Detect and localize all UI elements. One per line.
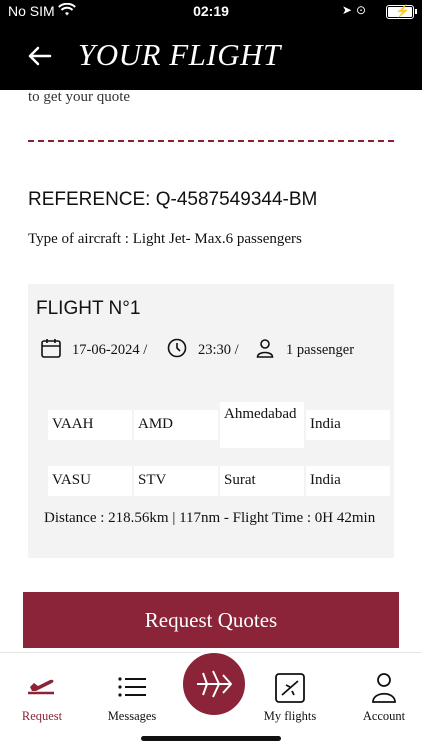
route-iata: AMD — [134, 410, 218, 440]
flight-ticket-icon — [275, 673, 305, 703]
list-icon — [118, 677, 146, 697]
tab-messages[interactable]: Messages — [90, 653, 174, 733]
route-icao: VASU — [48, 466, 132, 496]
tab-my-flights-label: My flights — [263, 709, 317, 723]
account-icon — [372, 673, 396, 703]
distance-info: Distance : 218.56km | 117nm - Flight Tim… — [44, 510, 376, 526]
page-title: YOUR FLIGHT — [78, 37, 281, 72]
battery-icon: ⚡ — [386, 4, 417, 19]
passenger-count: 1 passenger — [286, 342, 355, 358]
route-country: India — [306, 466, 390, 496]
flight-time: 23:30 / — [198, 342, 239, 358]
app-header: YOUR FLIGHT — [0, 24, 422, 90]
status-bar: No SIM 02:19 ➤⊙ ⚡ — [0, 0, 422, 24]
plane-icon — [197, 670, 232, 698]
calendar-icon — [41, 339, 61, 358]
route-city: Ahmedabad — [220, 402, 304, 448]
tab-request-label: Request — [21, 709, 63, 723]
flight-title: FLIGHT N°1 — [36, 298, 141, 319]
status-system-icons: ➤⊙ — [342, 3, 370, 17]
route-city: Surat — [220, 466, 304, 496]
reference-number: REFERENCE: Q-4587549344-BM — [28, 189, 318, 210]
clock-icon — [167, 338, 187, 358]
aircraft-type: Type of aircraft : Light Jet- Max.6 pass… — [28, 231, 302, 247]
plane-takeoff-icon — [28, 679, 54, 695]
tab-request[interactable]: Request — [0, 653, 84, 733]
tab-account[interactable]: Account — [342, 653, 422, 733]
route-icao: VAAH — [48, 410, 132, 440]
tab-my-flights[interactable]: My flights — [248, 653, 332, 733]
flight-card: FLIGHT N°1 17-06-2024 / 23:30 / 1 passen… — [28, 284, 394, 558]
request-quotes-button[interactable]: Request Quotes — [23, 592, 399, 648]
flight-date: 17-06-2024 / — [72, 342, 148, 358]
back-arrow-icon — [28, 46, 52, 66]
back-button[interactable] — [24, 40, 56, 72]
tab-messages-label: Messages — [107, 709, 157, 723]
new-flight-button[interactable] — [180, 650, 248, 718]
rotation-lock-icon: ⊙ — [355, 3, 370, 17]
tab-account-label: Account — [362, 709, 406, 723]
location-arrow-icon: ➤ — [341, 3, 356, 17]
divider — [28, 140, 394, 142]
intro-text: to get your quote — [28, 90, 131, 105]
route-iata: STV — [134, 466, 218, 496]
person-icon — [256, 339, 274, 358]
home-indicator — [141, 736, 281, 741]
scroll-content[interactable]: to get your quote REFERENCE: Q-458754934… — [0, 90, 422, 650]
route-country: India — [306, 410, 390, 440]
